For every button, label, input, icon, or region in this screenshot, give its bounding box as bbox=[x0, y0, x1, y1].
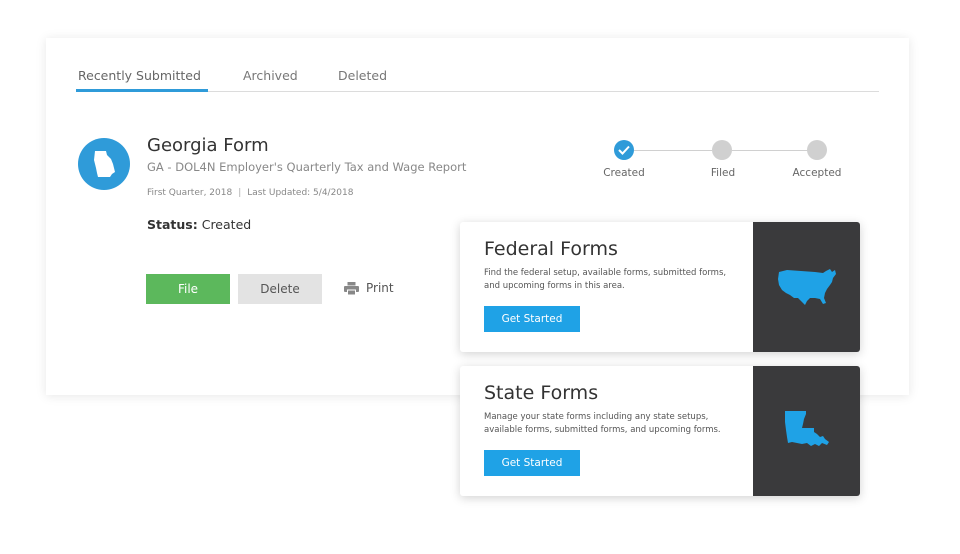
active-tab-indicator bbox=[76, 89, 208, 92]
tab-recently-submitted[interactable]: Recently Submitted bbox=[78, 68, 201, 83]
federal-get-started-button[interactable]: Get Started bbox=[484, 306, 580, 332]
print-button[interactable]: Print bbox=[344, 281, 394, 295]
step-label-created: Created bbox=[603, 167, 645, 179]
form-period: First Quarter, 2018 bbox=[147, 188, 233, 198]
form-title: Georgia Form bbox=[147, 135, 269, 156]
form-subtitle: GA - DOL4N Employer's Quarterly Tax and … bbox=[147, 160, 467, 174]
federal-forms-title: Federal Forms bbox=[484, 238, 618, 260]
state-forms-title: State Forms bbox=[484, 382, 599, 404]
federal-forms-description: Find the federal setup, available forms,… bbox=[484, 268, 727, 291]
step-accepted-dot bbox=[807, 140, 827, 160]
file-button[interactable]: File bbox=[146, 274, 230, 304]
state-forms-description: Manage your state forms including any st… bbox=[484, 412, 721, 435]
federal-forms-card: Federal Forms Find the federal setup, av… bbox=[460, 222, 860, 352]
meta-separator: | bbox=[238, 188, 242, 198]
state-get-started-button[interactable]: Get Started bbox=[484, 450, 580, 476]
usa-map-icon bbox=[778, 269, 836, 305]
status-value: Created bbox=[201, 217, 252, 232]
tab-deleted[interactable]: Deleted bbox=[338, 68, 387, 83]
state-forms-image bbox=[753, 366, 860, 496]
louisiana-map-icon bbox=[785, 411, 829, 446]
georgia-state-icon bbox=[78, 138, 130, 190]
delete-button[interactable]: Delete bbox=[238, 274, 322, 304]
progress-line-1 bbox=[634, 150, 712, 151]
form-last-updated: Last Updated: 5/4/2018 bbox=[247, 188, 354, 198]
tab-archived[interactable]: Archived bbox=[243, 68, 298, 83]
print-label: Print bbox=[366, 281, 394, 295]
georgia-shape-icon bbox=[94, 151, 115, 177]
step-filed-dot bbox=[712, 140, 732, 160]
form-meta: First Quarter, 2018 | Last Updated: 5/4/20… bbox=[147, 188, 353, 198]
status-label: Status: bbox=[147, 217, 198, 232]
printer-icon bbox=[344, 281, 359, 295]
state-forms-card: State Forms Manage your state forms incl… bbox=[460, 366, 860, 496]
step-label-filed: Filed bbox=[710, 167, 736, 179]
step-label-accepted: Accepted bbox=[792, 167, 842, 179]
step-created-check-icon bbox=[614, 140, 634, 160]
progress-line-2 bbox=[732, 150, 808, 151]
form-tabs: Recently Submitted Archived Deleted bbox=[76, 38, 879, 92]
form-status: Status: Created bbox=[147, 217, 251, 232]
federal-forms-image bbox=[753, 222, 860, 352]
